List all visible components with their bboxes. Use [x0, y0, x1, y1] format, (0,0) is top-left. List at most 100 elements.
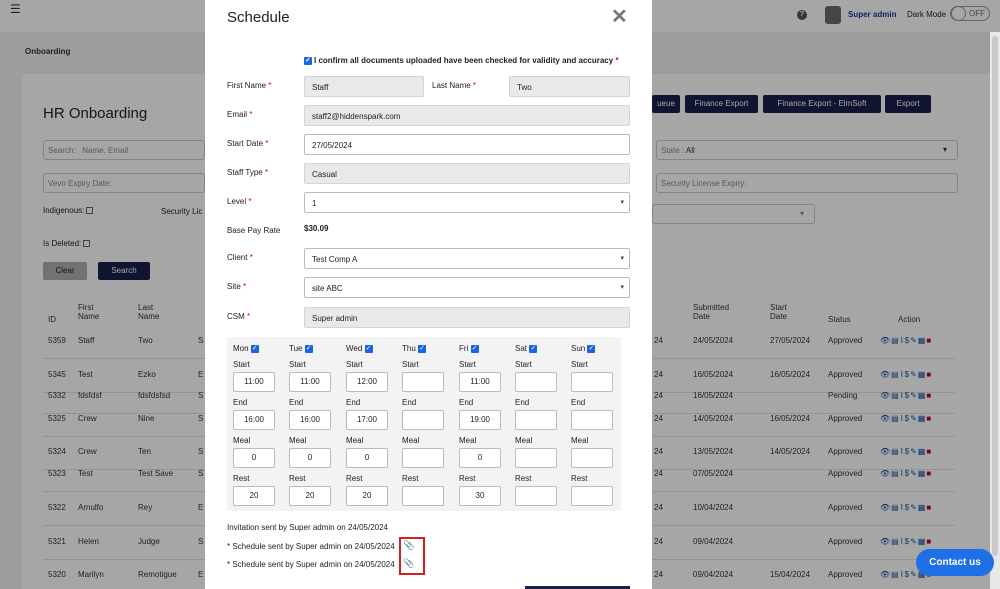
meal-input[interactable]: [571, 448, 613, 468]
meal-input[interactable]: 0: [233, 448, 275, 468]
rest-input[interactable]: 20: [289, 486, 331, 506]
level-label: Level *: [227, 197, 251, 206]
rest-label: Rest: [571, 474, 588, 483]
staff-type-field[interactable]: Casual: [304, 163, 630, 184]
day-checkbox[interactable]: ✓: [470, 344, 479, 353]
rest-input[interactable]: [515, 486, 557, 506]
client-select[interactable]: Test Comp A ▾: [304, 248, 630, 269]
email-field[interactable]: staff2@hiddenspark.com: [304, 105, 630, 126]
day-toggle[interactable]: Thu ✓: [402, 344, 428, 353]
start-input[interactable]: [515, 372, 557, 392]
day-name: Fri: [459, 344, 469, 353]
client-label: Client *: [227, 253, 253, 262]
end-input[interactable]: 16:00: [233, 410, 275, 430]
start-label: Start: [233, 360, 250, 369]
last-name-label-text: Last Name: [432, 81, 471, 90]
start-label: Start: [515, 360, 532, 369]
start-label: Start: [571, 360, 588, 369]
end-input[interactable]: 19:00: [459, 410, 501, 430]
last-name-label: Last Name *: [432, 81, 476, 90]
day-toggle[interactable]: Fri ✓: [459, 344, 481, 353]
meal-input[interactable]: 0: [289, 448, 331, 468]
day-checkbox[interactable]: ✓: [250, 344, 259, 353]
day-column-sun: Sun ✓ Start End Meal Rest: [567, 337, 615, 511]
email-label-text: Email: [227, 110, 248, 119]
day-toggle[interactable]: Tue ✓: [289, 344, 315, 353]
rest-input[interactable]: 20: [233, 486, 275, 506]
meal-label: Meal: [233, 436, 251, 445]
weekly-schedule: Mon ✓ Start 11:00 End 16:00 Meal 0 Rest 20 Tue ✓ S…: [227, 337, 621, 511]
start-input[interactable]: [402, 372, 444, 392]
email-label: Email *: [227, 110, 252, 119]
required-marker: *: [265, 139, 269, 148]
last-name-field[interactable]: Two: [509, 76, 630, 97]
level-select[interactable]: 1 ▾: [304, 192, 630, 213]
day-checkbox[interactable]: ✓: [587, 344, 596, 353]
day-checkbox[interactable]: ✓: [364, 344, 373, 353]
day-column-sat: Sat ✓ Start End Meal Rest: [511, 337, 559, 511]
end-input[interactable]: [571, 410, 613, 430]
client-label-text: Client: [227, 253, 248, 262]
chevron-down-icon: ▾: [620, 284, 624, 291]
close-icon[interactable]: ✕: [611, 4, 628, 29]
contact-us-button[interactable]: Contact us: [916, 549, 994, 576]
required-marker: *: [249, 110, 253, 119]
end-label: End: [459, 398, 474, 407]
meal-label: Meal: [346, 436, 364, 445]
day-toggle[interactable]: Wed ✓: [346, 344, 375, 353]
confirm-checkbox-row[interactable]: ✓ I confirm all documents uploaded have b…: [304, 56, 619, 65]
required-marker: *: [248, 197, 252, 206]
rest-input[interactable]: [402, 486, 444, 506]
day-toggle[interactable]: Sun ✓: [571, 344, 597, 353]
meal-input[interactable]: [402, 448, 444, 468]
day-toggle[interactable]: Mon ✓: [233, 344, 261, 353]
meal-label: Meal: [571, 436, 589, 445]
csm-field[interactable]: Super admin: [304, 307, 630, 328]
confirm-checkbox[interactable]: ✓: [304, 56, 312, 65]
start-date-label: Start Date *: [227, 139, 268, 148]
meal-input[interactable]: [515, 448, 557, 468]
rest-input[interactable]: 20: [346, 486, 388, 506]
day-checkbox[interactable]: ✓: [418, 344, 427, 353]
meal-label: Meal: [459, 436, 477, 445]
day-column-tue: Tue ✓ Start 11:00 End 16:00 Meal 0 Rest 20: [285, 337, 333, 511]
start-label: Start: [346, 360, 363, 369]
day-name: Sun: [571, 344, 586, 353]
invitation-note: Invitation sent by Super admin on 24/05/…: [227, 523, 388, 532]
meal-label: Meal: [402, 436, 420, 445]
meal-label: Meal: [515, 436, 533, 445]
day-column-fri: Fri ✓ Start 11:00 End 19:00 Meal 0 Rest 30: [455, 337, 503, 511]
required-marker: *: [247, 312, 251, 321]
start-date-field[interactable]: 27/05/2024: [304, 134, 630, 155]
start-input[interactable]: 11:00: [459, 372, 501, 392]
start-input[interactable]: [571, 372, 613, 392]
rest-label: Rest: [233, 474, 250, 483]
meal-input[interactable]: 0: [459, 448, 501, 468]
start-input[interactable]: 11:00: [289, 372, 331, 392]
day-name: Mon: [233, 344, 249, 353]
required-marker: *: [264, 168, 269, 177]
day-column-wed: Wed ✓ Start 12:00 End 17:00 Meal 0 Rest 20: [342, 337, 390, 511]
site-select[interactable]: site ABC ▾: [304, 277, 630, 298]
scrollbar-thumb[interactable]: [992, 36, 998, 556]
end-input[interactable]: [515, 410, 557, 430]
rest-input[interactable]: [571, 486, 613, 506]
end-label: End: [571, 398, 586, 407]
level-value: 1: [312, 199, 317, 208]
day-checkbox[interactable]: ✓: [529, 344, 538, 353]
day-toggle[interactable]: Sat ✓: [515, 344, 539, 353]
start-input[interactable]: 12:00: [346, 372, 388, 392]
end-label: End: [289, 398, 304, 407]
first-name-field[interactable]: Staff: [304, 76, 424, 97]
end-input[interactable]: [402, 410, 444, 430]
rest-input[interactable]: 30: [459, 486, 501, 506]
meal-input[interactable]: 0: [346, 448, 388, 468]
day-checkbox[interactable]: ✓: [304, 344, 313, 353]
start-input[interactable]: 11:00: [233, 372, 275, 392]
level-label-text: Level: [227, 197, 247, 206]
end-input[interactable]: 16:00: [289, 410, 331, 430]
meal-label: Meal: [289, 436, 307, 445]
page-scrollbar[interactable]: [990, 32, 1000, 589]
day-name: Sat: [515, 344, 528, 353]
end-input[interactable]: 17:00: [346, 410, 388, 430]
